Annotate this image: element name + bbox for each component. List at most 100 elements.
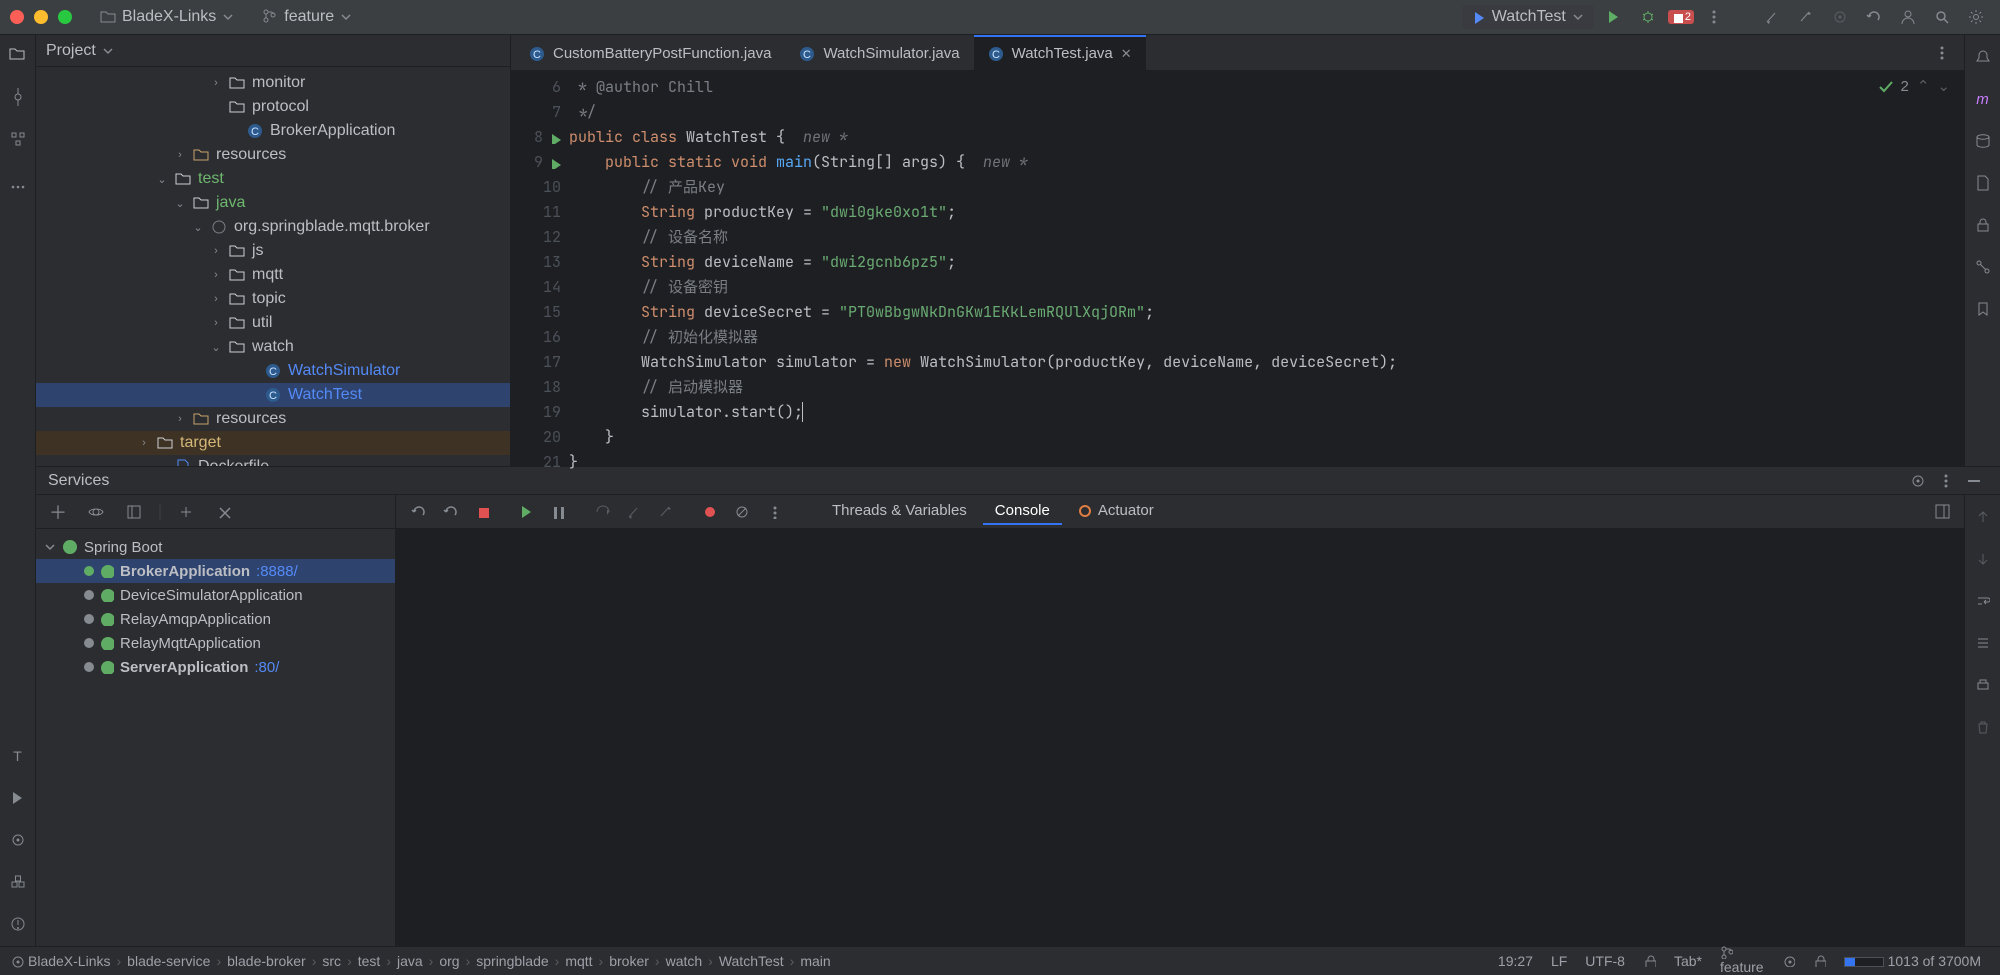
breadcrumb-item[interactable]: mqtt xyxy=(565,953,592,969)
minimize-window-button[interactable] xyxy=(34,10,48,24)
pause-button[interactable] xyxy=(544,498,572,526)
editor-more-button[interactable] xyxy=(1928,39,1956,67)
tree-item[interactable]: ›resources xyxy=(36,143,510,167)
bookmarks-tool-button[interactable] xyxy=(1969,295,1997,323)
tree-item[interactable]: ›js xyxy=(36,239,510,263)
tree-item[interactable]: protocol xyxy=(36,95,510,119)
service-app[interactable]: BrokerApplication :8888/ xyxy=(36,559,395,583)
tree-item[interactable]: BrokerApplication xyxy=(36,119,510,143)
tree-item[interactable]: ›mqtt xyxy=(36,263,510,287)
tree-item[interactable]: ›resources xyxy=(36,407,510,431)
tree-item[interactable]: WatchTest xyxy=(36,383,510,407)
clear-button[interactable] xyxy=(1969,713,1997,741)
service-app[interactable]: ServerApplication :80/ xyxy=(36,655,395,679)
run-config-selector[interactable]: WatchTest xyxy=(1462,5,1594,29)
breadcrumb-item[interactable]: blade-broker xyxy=(227,953,306,969)
breadcrumb-item[interactable]: BladeX-Links xyxy=(28,953,111,969)
service-app[interactable]: RelayMqttApplication xyxy=(36,631,395,655)
collapse-in-button[interactable] xyxy=(1758,3,1786,31)
run-more-button[interactable] xyxy=(760,498,788,526)
open-service-button[interactable] xyxy=(120,498,148,526)
project-tool-button[interactable] xyxy=(4,41,32,69)
git-branch-status[interactable]: feature xyxy=(1711,946,1773,975)
editor-tab[interactable]: WatchTest.java✕ xyxy=(974,35,1146,70)
project-switcher[interactable]: BladeX-Links xyxy=(90,5,244,29)
project-panel-header[interactable]: Project xyxy=(36,35,510,67)
add-service-button[interactable]: ＋ xyxy=(44,498,72,526)
print-button[interactable] xyxy=(1969,671,1997,699)
rerun-button[interactable] xyxy=(404,498,432,526)
indent-settings[interactable]: Tab* xyxy=(1665,953,1711,969)
breadcrumb-item[interactable]: test xyxy=(358,953,381,969)
more-actions-button[interactable] xyxy=(1700,3,1728,31)
tab-threads-variables[interactable]: Threads & Variables xyxy=(820,498,979,525)
structure-tool-button[interactable] xyxy=(4,125,32,153)
step-over-button[interactable] xyxy=(588,498,616,526)
database-tool-button[interactable] xyxy=(1969,127,1997,155)
breadcrumb-item[interactable]: java xyxy=(397,953,423,969)
memory-indicator[interactable]: 1013 of 3700M xyxy=(1835,953,1990,969)
tree-item[interactable]: ⌄watch xyxy=(36,335,510,359)
inspections-widget[interactable]: 2 ⌃⌄ xyxy=(1878,77,1951,95)
resume-button[interactable] xyxy=(512,498,540,526)
notifications-button[interactable] xyxy=(1969,43,1997,71)
tree-item[interactable]: WatchSimulator xyxy=(36,359,510,383)
line-separator[interactable]: LF xyxy=(1542,953,1576,969)
code-with-me-button[interactable] xyxy=(1826,3,1854,31)
run-button[interactable] xyxy=(1600,3,1628,31)
editor-tab[interactable]: CustomBatteryPostFunction.java xyxy=(515,35,785,70)
problems-tool-button[interactable] xyxy=(4,910,32,938)
build-tool-button[interactable] xyxy=(4,868,32,896)
scroll-bottom-button[interactable] xyxy=(1969,545,1997,573)
view-breakpoints-button[interactable] xyxy=(696,498,724,526)
readonly-indicator[interactable] xyxy=(1634,954,1665,967)
scroll-top-button[interactable] xyxy=(1969,503,1997,531)
tree-item[interactable]: ⌄test xyxy=(36,167,510,191)
project-tree[interactable]: ›monitorprotocolBrokerApplication›resour… xyxy=(36,67,510,466)
stop-button[interactable] xyxy=(468,498,496,526)
zoom-window-button[interactable] xyxy=(58,10,72,24)
layout-button[interactable] xyxy=(1928,498,1956,526)
tab-console[interactable]: Console xyxy=(983,498,1062,525)
tree-item[interactable]: ›topic xyxy=(36,287,510,311)
tree-item[interactable]: Dockerfile xyxy=(36,455,510,466)
step-into-button[interactable] xyxy=(620,498,648,526)
service-app[interactable]: DeviceSimulatorApplication xyxy=(36,583,395,607)
breadcrumb-item[interactable]: WatchTest xyxy=(719,953,784,969)
service-root[interactable]: Spring Boot xyxy=(36,535,395,559)
console-output[interactable] xyxy=(396,529,1964,946)
breadcrumb-item[interactable]: broker xyxy=(609,953,649,969)
tree-item[interactable]: ⌄java xyxy=(36,191,510,215)
gutter[interactable]: 6789101112131415161718192021 xyxy=(511,71,569,466)
breadcrumb-item[interactable]: src xyxy=(322,953,341,969)
soft-wrap-button[interactable] xyxy=(1969,587,1997,615)
services-tree[interactable]: Spring Boot BrokerApplication :8888/Devi… xyxy=(36,529,395,946)
deploy-status[interactable] xyxy=(1773,954,1804,967)
account-button[interactable] xyxy=(1894,3,1922,31)
editor-tab[interactable]: WatchSimulator.java xyxy=(785,35,973,70)
service-port[interactable]: :80/ xyxy=(254,659,279,676)
collapse-out-button[interactable] xyxy=(1792,3,1820,31)
settings-button[interactable] xyxy=(1962,3,1990,31)
close-window-button[interactable] xyxy=(10,10,24,24)
commit-tool-button[interactable] xyxy=(4,83,32,111)
tree-item[interactable]: ›util xyxy=(36,311,510,335)
code-editor[interactable]: 2 ⌃⌄ 6789101112131415161718192021 * @aut… xyxy=(511,71,1964,466)
text-tool-button[interactable]: T xyxy=(4,742,32,770)
tree-item[interactable]: ›monitor xyxy=(36,71,510,95)
tab-actuator[interactable]: Actuator xyxy=(1066,498,1166,525)
breadcrumb-item[interactable]: org xyxy=(439,953,459,969)
caret-position[interactable]: 19:27 xyxy=(1489,953,1542,969)
endpoints-tool-button[interactable] xyxy=(1969,253,1997,281)
tree-item[interactable]: ›target xyxy=(36,431,510,455)
gutter-run-icon[interactable] xyxy=(549,132,561,144)
breadcrumb-item[interactable]: watch xyxy=(666,953,703,969)
ai-assistant-button[interactable]: m xyxy=(1969,85,1997,113)
scroll-end-button[interactable] xyxy=(1969,629,1997,657)
file-encoding[interactable]: UTF-8 xyxy=(1576,953,1634,969)
tree-item[interactable]: ⌄org.springblade.mqtt.broker xyxy=(36,215,510,239)
mute-breakpoints-button[interactable] xyxy=(728,498,756,526)
close-service-button[interactable] xyxy=(210,498,238,526)
gradle-tool-button[interactable] xyxy=(1969,211,1997,239)
run-tool-button[interactable] xyxy=(4,784,32,812)
